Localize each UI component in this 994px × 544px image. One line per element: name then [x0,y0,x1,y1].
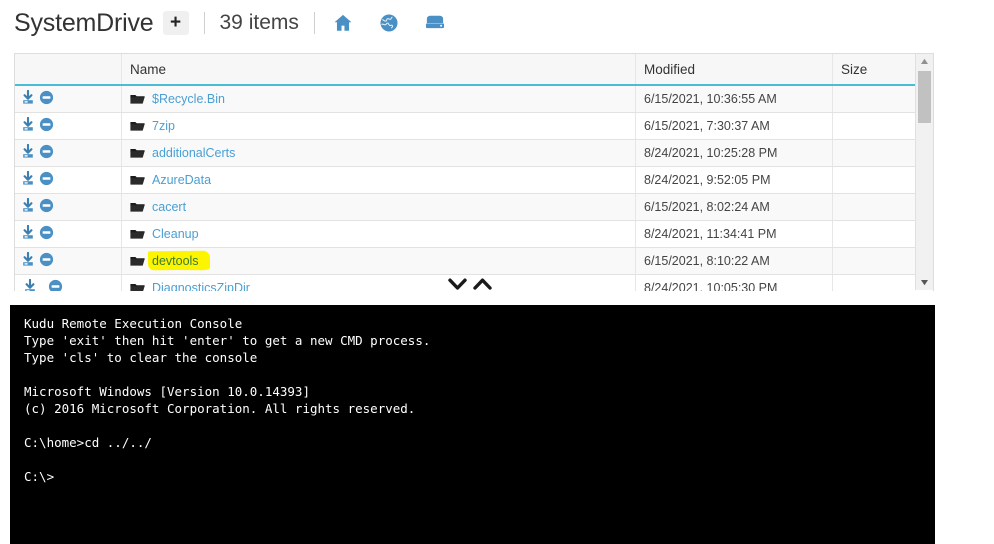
page-title: SystemDrive [14,8,154,37]
separator [313,12,315,34]
scrollbar-down-arrow[interactable] [916,275,933,290]
file-name-cell[interactable]: additionalCerts [121,139,636,167]
delete-icon[interactable] [39,171,54,189]
download-icon[interactable] [21,197,35,216]
delete-icon[interactable] [39,198,54,216]
add-button[interactable]: + [162,11,189,35]
table-row[interactable]: $Recycle.Bin 6/15/2021, 10:36:55 AM [15,85,933,113]
table-header-row: Name Modified Size [15,54,933,86]
file-link[interactable]: AzureData [152,173,211,187]
separator [203,12,205,34]
row-actions[interactable] [15,166,122,194]
file-modified-cell: 6/15/2021, 8:10:22 AM [635,247,833,275]
console-line: Type 'cls' to clear the console [24,350,258,365]
file-link[interactable]: Cleanup [152,227,199,241]
scrollbar-thumb[interactable] [918,71,931,123]
highlight-annotation: devtools [147,250,211,271]
file-link[interactable]: cacert [152,200,186,214]
file-name-cell[interactable]: cacert [121,193,636,221]
console-line: C:\home>cd ../../ [24,435,152,450]
folder-icon [130,120,145,132]
console-line: (c) 2016 Microsoft Corporation. All righ… [24,401,416,416]
toolbar: SystemDrive + 39 items [0,0,994,46]
row-actions[interactable] [15,112,122,140]
folder-icon [130,228,145,240]
home-icon[interactable] [330,10,356,36]
file-link[interactable]: 7zip [152,119,175,133]
chevron-down-icon[interactable] [448,277,467,297]
file-name-cell[interactable]: 7zip [121,112,636,140]
file-modified-cell: 6/15/2021, 7:30:37 AM [635,112,833,140]
download-icon[interactable] [21,89,35,108]
download-icon[interactable] [21,116,35,135]
delete-icon[interactable] [39,252,54,270]
table-row[interactable]: cacert 6/15/2021, 8:02:24 AM [15,193,933,221]
column-header-name[interactable]: Name [121,54,636,86]
file-modified-cell: 8/24/2021, 10:25:28 PM [635,139,833,167]
folder-icon [130,201,145,213]
console-line: Microsoft Windows [Version 10.0.14393] [24,384,310,399]
file-table: Name Modified Size $Recycle.Bin 6/15/2021… [15,54,933,291]
chevron-up-icon[interactable] [473,277,492,297]
row-actions[interactable] [15,85,122,113]
file-modified-cell: 8/24/2021, 10:05:30 PM [635,274,833,291]
kudu-console[interactable]: Kudu Remote Execution Console Type 'exit'… [10,305,935,544]
folder-icon [130,282,145,291]
console-line: Kudu Remote Execution Console [24,316,243,331]
download-icon[interactable] [23,278,37,291]
row-actions[interactable] [15,193,122,221]
globe-icon[interactable] [376,10,402,36]
file-name-cell[interactable]: AzureData [121,166,636,194]
table-row[interactable]: devtools 6/15/2021, 8:10:22 AM [15,247,933,275]
table-row[interactable]: 7zip 6/15/2021, 7:30:37 AM [15,112,933,140]
console-line: Type 'exit' then hit 'enter' to get a ne… [24,333,431,348]
table-row[interactable]: additionalCerts 8/24/2021, 10:25:28 PM [15,139,933,167]
file-list-panel: Name Modified Size $Recycle.Bin 6/15/2021… [14,53,934,291]
folder-icon [130,147,145,159]
delete-icon[interactable] [39,117,54,135]
table-scrollbar[interactable] [915,54,933,290]
console-line: C:\> [24,469,55,484]
row-actions[interactable] [15,220,122,248]
scrollbar-up-arrow[interactable] [916,54,933,69]
file-name-cell[interactable]: $Recycle.Bin [121,85,636,113]
folder-icon [130,174,145,186]
column-header-modified[interactable]: Modified [635,54,833,86]
table-row[interactable]: AzureData 8/24/2021, 9:52:05 PM [15,166,933,194]
file-link[interactable]: additionalCerts [152,146,235,160]
download-icon[interactable] [21,143,35,162]
table-row[interactable]: Cleanup 8/24/2021, 11:34:41 PM [15,220,933,248]
delete-icon[interactable] [39,144,54,162]
drive-icon[interactable] [422,10,448,36]
download-icon[interactable] [21,251,35,270]
file-modified-cell: 6/15/2021, 8:02:24 AM [635,193,833,221]
item-count-label: 39 items [219,11,299,34]
delete-icon[interactable] [48,279,63,291]
download-icon[interactable] [21,170,35,189]
file-modified-cell: 8/24/2021, 9:52:05 PM [635,166,833,194]
file-link[interactable]: $Recycle.Bin [152,92,225,106]
file-name-cell[interactable]: devtools [121,247,636,275]
file-link[interactable]: DiagnosticsZipDir [152,281,250,291]
delete-icon[interactable] [39,225,54,243]
row-actions[interactable] [15,247,122,275]
row-actions[interactable] [15,274,122,291]
file-name-cell[interactable]: DiagnosticsZipDir [121,274,636,291]
file-modified-cell: 6/15/2021, 10:36:55 AM [635,85,833,113]
file-link[interactable]: devtools [152,254,199,268]
pager-controls [448,277,492,297]
download-icon[interactable] [21,224,35,243]
folder-icon [130,93,145,105]
file-name-cell[interactable]: Cleanup [121,220,636,248]
file-modified-cell: 8/24/2021, 11:34:41 PM [635,220,833,248]
row-actions[interactable] [15,139,122,167]
folder-icon [130,255,145,267]
delete-icon[interactable] [39,90,54,108]
column-header-actions[interactable] [15,54,122,86]
